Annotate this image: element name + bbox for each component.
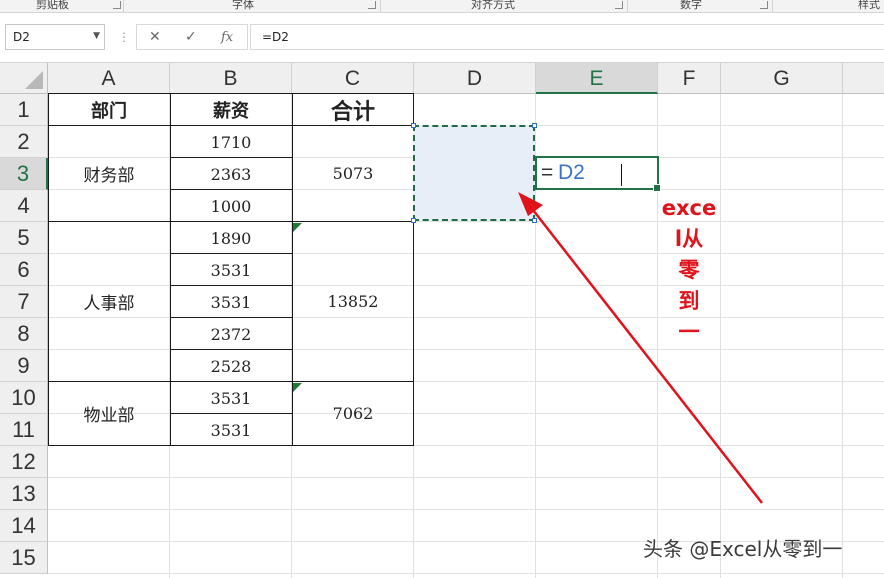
red-arrow-icon xyxy=(518,192,763,504)
watermark: 头条 @Excel从零到一 xyxy=(643,537,843,561)
